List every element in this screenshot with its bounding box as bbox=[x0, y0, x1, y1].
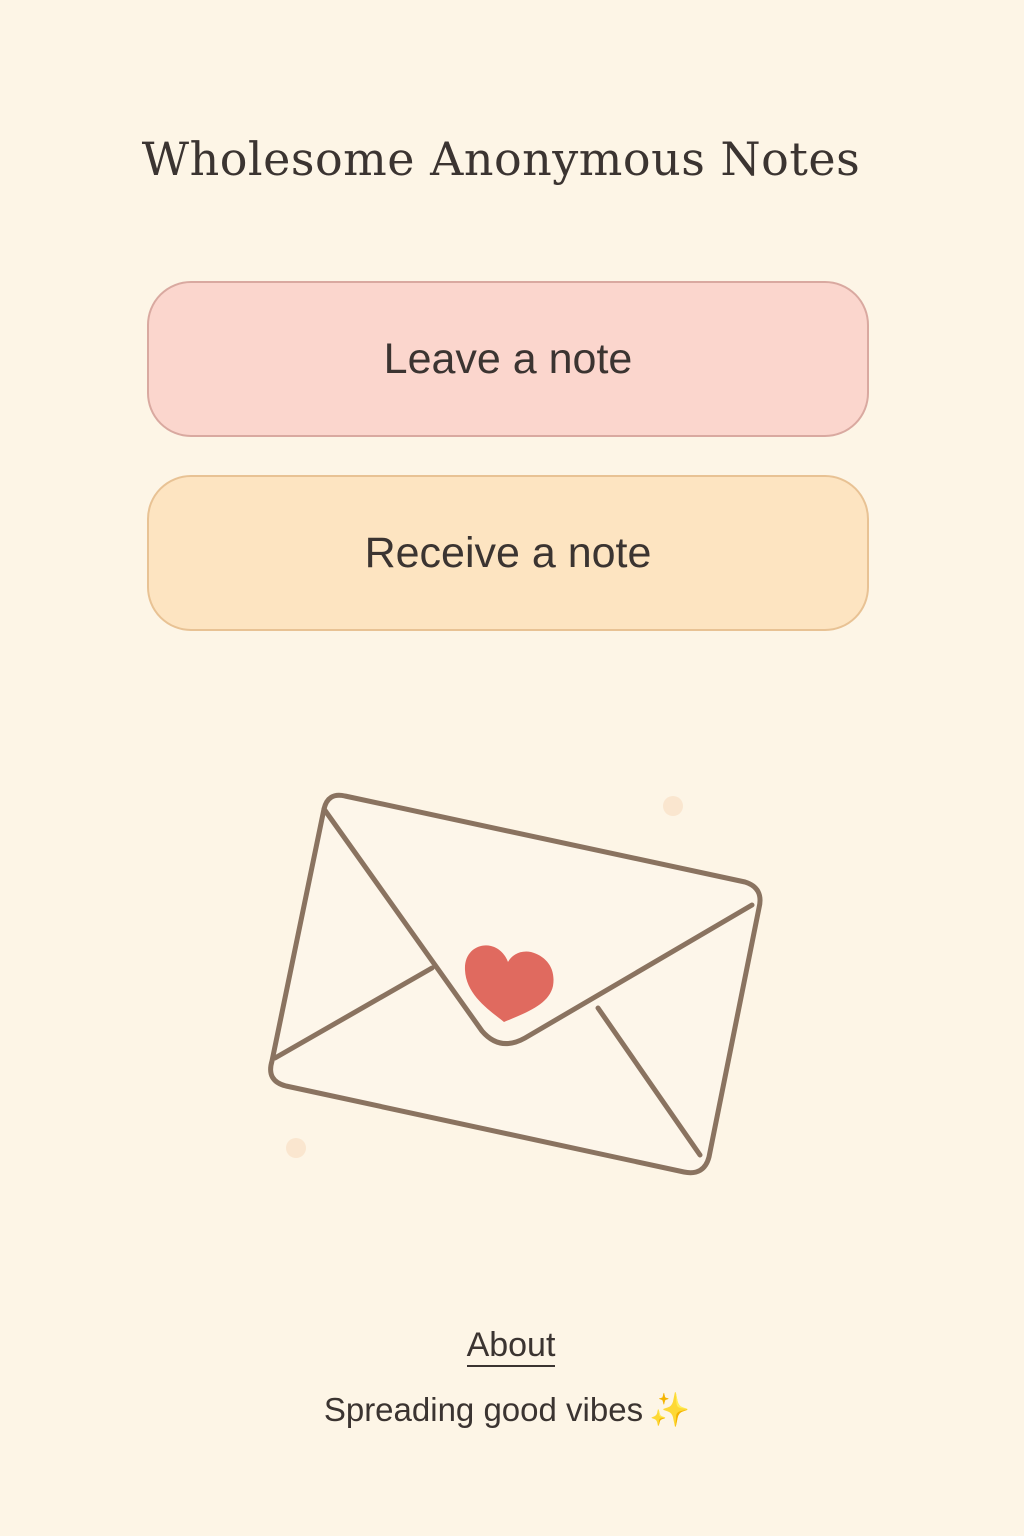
decor-dot-bottom bbox=[286, 1138, 306, 1158]
leave-note-label: Leave a note bbox=[383, 334, 633, 383]
sparkles-icon: ✨ bbox=[649, 1391, 691, 1428]
page-title: Wholesome Anonymous Notes bbox=[141, 132, 861, 186]
envelope-heart-icon bbox=[268, 792, 763, 1176]
about-link[interactable]: About bbox=[466, 1326, 556, 1367]
tagline: Spreading good vibes ✨ bbox=[0, 1391, 1014, 1430]
about-link-wrapper: About bbox=[0, 1326, 1022, 1367]
tagline-text: Spreading good vibes bbox=[323, 1391, 644, 1428]
decor-dot-top bbox=[663, 796, 683, 816]
receive-note-label: Receive a note bbox=[364, 528, 652, 577]
receive-note-button[interactable]: Receive a note bbox=[147, 475, 869, 631]
leave-note-button[interactable]: Leave a note bbox=[147, 281, 869, 437]
